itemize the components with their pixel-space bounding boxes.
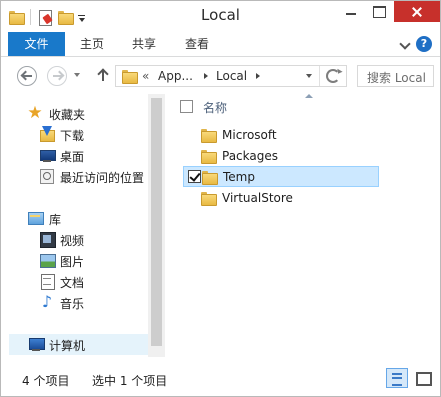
minimize-button[interactable]	[338, 1, 364, 23]
nav-item-videos[interactable]: 视频	[9, 229, 154, 249]
up-button[interactable]	[96, 67, 110, 83]
nav-item-label: 下载	[60, 129, 85, 143]
desktop-icon	[39, 147, 56, 163]
file-name: VirtualStore	[222, 191, 293, 205]
nav-item-label: 图片	[60, 255, 85, 269]
folder-icon	[200, 127, 217, 143]
forward-button[interactable]	[47, 66, 67, 86]
search-placeholder: 搜索 Local	[367, 71, 426, 85]
refresh-icon[interactable]	[326, 69, 340, 83]
file-row[interactable]: Microsoft	[183, 125, 379, 146]
address-divider	[319, 66, 320, 86]
navigation-pane: ★ 收藏夹 下载 桌面 最近访问的位置 库 视频 图片 文档 ♪ 音乐 计算机	[9, 94, 164, 357]
documents-icon	[39, 273, 55, 290]
file-list: 名称 Microsoft Packages Temp VirtualStore	[169, 94, 440, 357]
select-all-checkbox[interactable]	[180, 100, 193, 113]
nav-item-favorites[interactable]: ★ 收藏夹	[9, 103, 154, 123]
nav-item-downloads[interactable]: 下载	[9, 124, 154, 144]
tab-home[interactable]: 主页	[72, 32, 112, 56]
breadcrumb-local[interactable]: Local	[216, 69, 247, 83]
back-button[interactable]	[17, 66, 37, 86]
folder-icon	[200, 148, 217, 164]
file-name: Temp	[223, 170, 255, 184]
large-icons-view-icon[interactable]	[411, 368, 433, 388]
nav-item-label: 文档	[60, 276, 85, 290]
nav-item-label: 视频	[60, 234, 85, 248]
nav-item-label: 音乐	[60, 297, 85, 311]
star-icon: ★	[27, 103, 43, 123]
file-row-selected[interactable]: Temp	[183, 166, 379, 187]
nav-item-label: 库	[49, 213, 62, 227]
scrollbar-thumb[interactable]	[151, 98, 162, 346]
nav-item-documents[interactable]: 文档	[9, 271, 154, 291]
status-bar: 4 个项目 选中 1 个项目	[1, 360, 440, 396]
nav-item-label: 最近访问的位置	[60, 171, 145, 185]
ribbon-tabs: 文件 主页 共享 查看 ?	[1, 32, 440, 57]
navigation-scrollbar[interactable]	[148, 94, 165, 357]
nav-item-label: 计算机	[49, 339, 86, 353]
address-dropdown-icon[interactable]	[306, 74, 312, 78]
nav-item-computer[interactable]: 计算机	[9, 334, 148, 355]
nav-item-desktop[interactable]: 桌面	[9, 145, 154, 165]
tab-file[interactable]: 文件	[8, 32, 65, 56]
folder-icon	[201, 169, 218, 185]
music-icon: ♪	[41, 292, 53, 311]
details-view-icon[interactable]	[386, 368, 408, 388]
nav-item-recent-places[interactable]: 最近访问的位置	[9, 166, 154, 186]
recent-places-icon	[39, 168, 55, 184]
navigation-bar: « App... Local 搜索 Local	[1, 57, 440, 94]
breadcrumb-arrow-icon[interactable]	[204, 73, 208, 79]
file-row[interactable]: VirtualStore	[183, 188, 379, 209]
download-icon	[39, 126, 55, 142]
tab-view[interactable]: 查看	[174, 32, 220, 56]
help-icon[interactable]: ?	[416, 36, 432, 52]
pictures-icon	[39, 252, 56, 268]
nav-item-label: 收藏夹	[49, 108, 86, 122]
close-button[interactable]	[394, 1, 440, 22]
tab-share[interactable]: 共享	[122, 32, 166, 56]
breadcrumb-arrow-icon[interactable]	[256, 73, 260, 79]
expand-ribbon-chevron-icon[interactable]	[398, 37, 412, 51]
video-icon	[39, 231, 56, 248]
item-count: 4 个项目	[22, 374, 70, 388]
recent-locations-chevron-icon[interactable]	[74, 73, 81, 80]
file-name: Microsoft	[222, 128, 277, 142]
library-icon	[27, 210, 44, 226]
folder-icon	[200, 190, 217, 206]
maximize-button[interactable]	[366, 1, 392, 23]
title-bar: Local	[1, 1, 440, 32]
column-header-name[interactable]: 名称	[203, 99, 227, 116]
file-row[interactable]: Packages	[183, 146, 379, 167]
selection-count: 选中 1 个项目	[92, 374, 168, 388]
breadcrumb-appdata[interactable]: App...	[158, 69, 193, 83]
file-name: Packages	[222, 149, 278, 163]
sort-ascending-icon	[305, 94, 313, 98]
search-input[interactable]: 搜索 Local	[357, 65, 434, 87]
nav-item-libraries[interactable]: 库	[9, 208, 154, 228]
row-checkbox-checked[interactable]	[188, 170, 201, 183]
folder-icon	[121, 68, 138, 84]
explorer-window: Local 文件 主页 共享 查看 ? « App... Local 搜索 Lo…	[0, 0, 441, 397]
address-bar[interactable]: « App... Local	[115, 65, 347, 87]
computer-icon	[28, 336, 45, 352]
nav-item-label: 桌面	[60, 150, 85, 164]
nav-item-music[interactable]: ♪ 音乐	[9, 292, 154, 312]
nav-item-pictures[interactable]: 图片	[9, 250, 154, 270]
breadcrumb-overflow[interactable]: «	[142, 69, 149, 83]
